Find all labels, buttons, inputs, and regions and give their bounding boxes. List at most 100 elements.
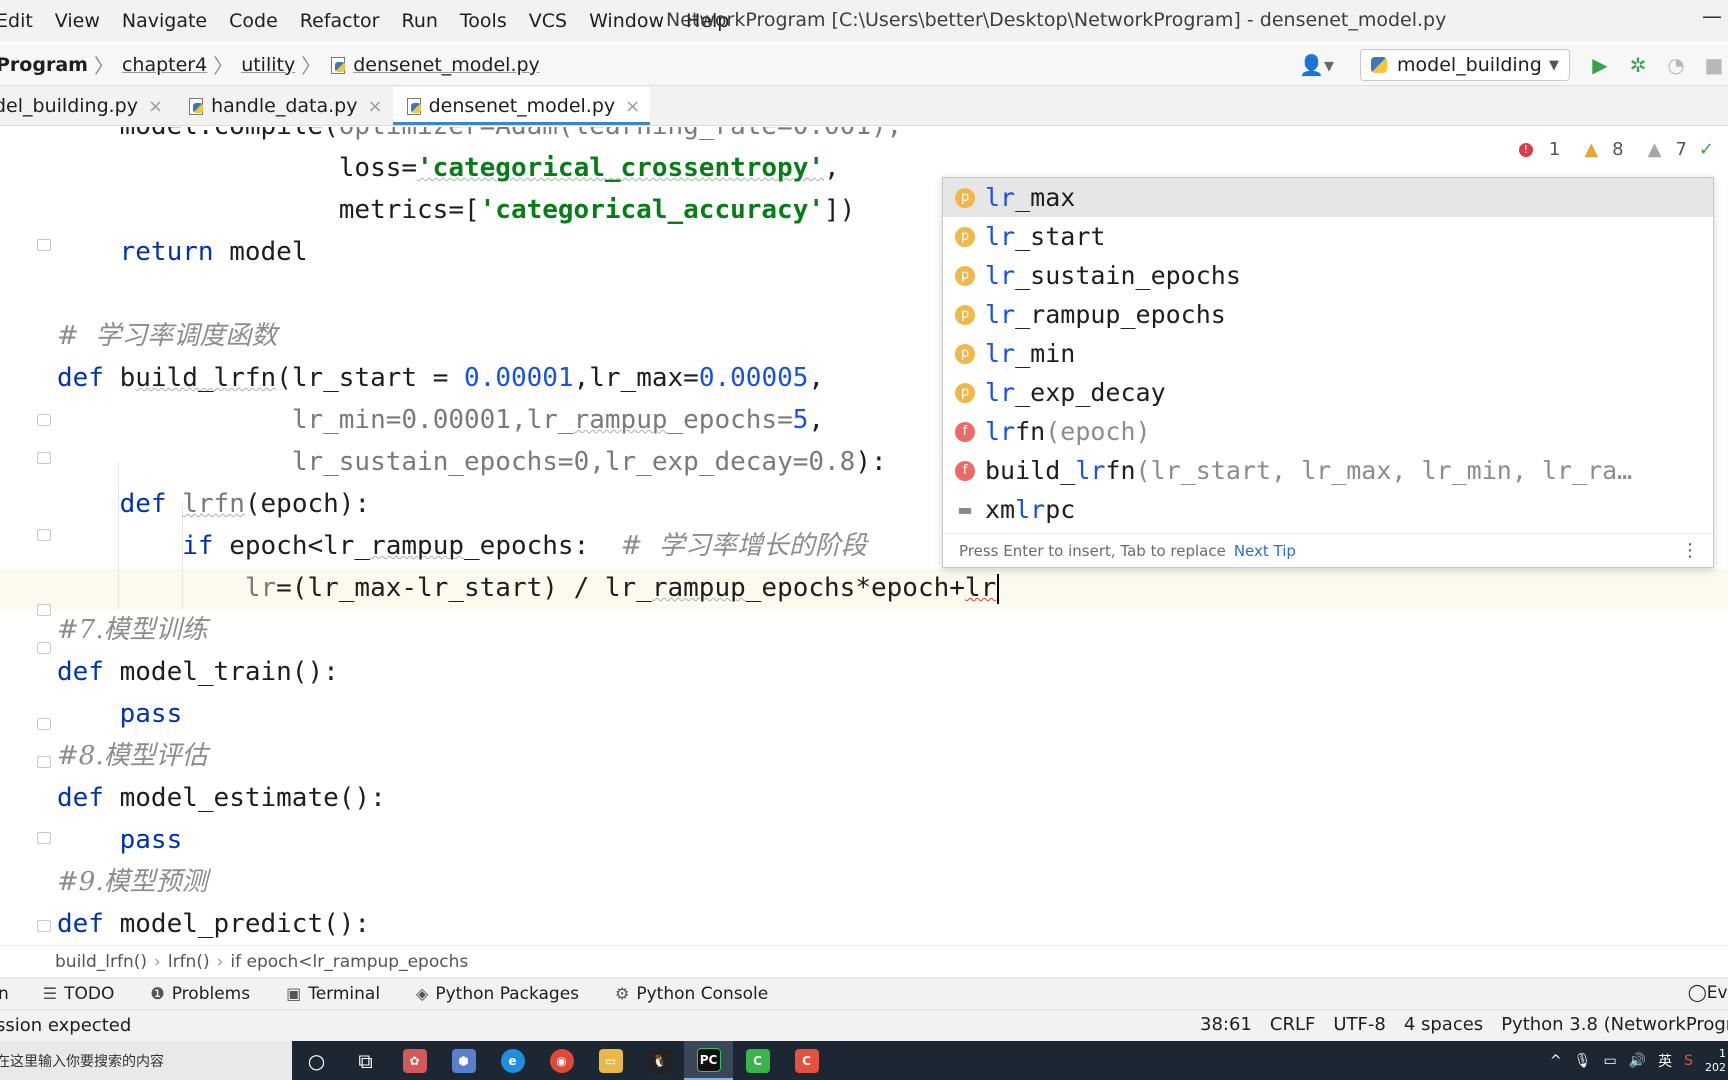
fold-marker[interactable] xyxy=(37,832,51,844)
run-toolbar: 👤▾ model_building ▼ ▶ ✲ ◔ ■ xyxy=(1299,44,1728,86)
tool-todo[interactable]: ☰ TODO xyxy=(43,984,115,1004)
menu-view[interactable]: View xyxy=(55,10,100,32)
completion-item[interactable]: ▬ xm lr pc xyxy=(943,490,1713,529)
menu-refactor[interactable]: Refactor xyxy=(300,10,380,32)
more-vertical-icon[interactable]: ⋮ xyxy=(1681,540,1699,561)
debug-icon[interactable]: ✲ xyxy=(1628,53,1648,77)
caret-position[interactable]: 38:61 xyxy=(1200,1014,1252,1035)
network-icon[interactable]: ▭ xyxy=(1603,1053,1616,1069)
taskbar-search[interactable]: 在这里输入你要搜索的内容 xyxy=(0,1041,292,1080)
qq-icon[interactable]: 🐧 xyxy=(635,1041,684,1080)
property-icon: p xyxy=(955,343,975,364)
stop-icon[interactable]: ■ xyxy=(1704,53,1724,77)
run-icon[interactable]: ▶ xyxy=(1590,53,1610,77)
completion-item[interactable]: f lr fn (epoch) xyxy=(943,412,1713,451)
completion-item[interactable]: p lr _max xyxy=(943,178,1713,217)
breadcrumb-utility[interactable]: utility 〉 xyxy=(241,50,329,79)
next-tip-link[interactable]: Next Tip xyxy=(1234,542,1296,560)
pycharm-icon[interactable]: PC xyxy=(684,1041,733,1080)
menu-code[interactable]: Code xyxy=(229,10,278,32)
completion-item[interactable]: p lr _rampup_epochs xyxy=(943,295,1713,334)
tab-densenet-model[interactable]: densenet_model.py × xyxy=(392,87,651,125)
tool-terminal[interactable]: ▣ Terminal xyxy=(286,984,380,1004)
menu-navigate[interactable]: Navigate xyxy=(122,10,207,32)
breadcrumb-chapter4[interactable]: chapter4 〉 xyxy=(122,50,241,79)
fold-marker[interactable] xyxy=(37,718,51,730)
breadcrumb-project[interactable]: Program 〉 xyxy=(0,50,122,79)
completion-item[interactable]: f build_ lr fn (lr_start, lr_max, lr_min, l… xyxy=(943,451,1713,490)
microphone-icon[interactable]: 🎙 xyxy=(1574,1053,1592,1069)
windows-taskbar: 在这里输入你要搜索的内容 ○ ⧉ ✿ ⬢ e ◉ ▭ 🐧 PC C C ^ 🎙 … xyxy=(0,1041,1728,1080)
camtasia-icon[interactable]: C xyxy=(733,1041,782,1080)
completion-item[interactable]: p lr _sustain_epochs xyxy=(943,256,1713,295)
property-icon: p xyxy=(955,187,975,208)
fold-marker[interactable] xyxy=(37,529,51,541)
close-icon[interactable]: × xyxy=(367,96,382,117)
completion-item[interactable]: p lr _exp_decay xyxy=(943,373,1713,412)
tool-python-packages[interactable]: ◈ Python Packages xyxy=(416,984,579,1004)
task-view-icon[interactable]: ⧉ xyxy=(341,1041,390,1080)
terminal-icon: ▣ xyxy=(286,984,302,1003)
fold-marker[interactable] xyxy=(37,452,51,464)
app-icon[interactable]: ✿ xyxy=(390,1041,439,1080)
fold-marker[interactable] xyxy=(37,756,51,768)
code-crumb[interactable]: if epoch<lr_rampup_epochs xyxy=(230,952,468,972)
fold-marker[interactable] xyxy=(37,920,51,932)
user-icon[interactable]: 👤▾ xyxy=(1299,53,1334,77)
code-crumb[interactable]: build_lrfn() xyxy=(55,952,147,972)
tool-window-bar: n ☰ TODO ❶ Problems ▣ Terminal ◈ Python Pack… xyxy=(0,977,1728,1009)
minimize-icon[interactable]: — xyxy=(1702,6,1722,26)
code-completion-popup: p lr _max p lr _start p lr _sustain_epochs … xyxy=(942,177,1714,568)
menu-tools[interactable]: Tools xyxy=(460,10,507,32)
chevron-up-icon[interactable]: ^ xyxy=(1550,1053,1562,1069)
fold-marker[interactable] xyxy=(37,239,51,251)
line-separator[interactable]: CRLF xyxy=(1270,1014,1315,1035)
fold-marker[interactable] xyxy=(37,642,51,654)
file-encoding[interactable]: UTF-8 xyxy=(1333,1014,1385,1035)
inspection-widget[interactable]: ! 1 ▲ 8 ▲ 7 ✓ xyxy=(1495,139,1714,160)
chevron-down-icon: ▼ xyxy=(1549,57,1559,73)
close-icon[interactable]: × xyxy=(625,96,640,117)
fold-marker[interactable] xyxy=(37,604,51,616)
text-cursor xyxy=(997,573,1000,604)
coverage-icon[interactable]: ◔ xyxy=(1666,53,1686,77)
completion-item[interactable]: p lr _min xyxy=(943,334,1713,373)
completion-item[interactable]: p lr _start xyxy=(943,217,1713,256)
edge-icon[interactable]: e xyxy=(488,1041,537,1080)
fold-marker[interactable] xyxy=(37,414,51,426)
cortana-icon[interactable]: ○ xyxy=(292,1041,341,1080)
breadcrumb-file[interactable]: densenet_model.py xyxy=(329,54,540,76)
code-line: # 学习率调度函数 xyxy=(57,321,278,351)
code-crumb[interactable]: lrfn() xyxy=(168,952,210,972)
code-line: return model xyxy=(119,237,308,267)
function-icon: f xyxy=(955,460,975,481)
python-interpreter[interactable]: Python 3.8 (NetworkProgram xyxy=(1501,1014,1728,1035)
indent-setting[interactable]: 4 spaces xyxy=(1404,1014,1483,1035)
ime-indicator[interactable]: 英 xyxy=(1658,1051,1672,1071)
recorder-icon[interactable]: C xyxy=(782,1041,831,1080)
tool-python-console[interactable]: ⚙ Python Console xyxy=(615,984,768,1004)
tool-event-log[interactable]: ◯Eve xyxy=(1688,983,1728,1003)
run-config-dropdown[interactable]: model_building ▼ xyxy=(1360,49,1570,81)
code-line-current: lr=(lr_max-lr_start) / lr_rampup_epochs*… xyxy=(57,567,1000,609)
error-icon: ! xyxy=(1518,143,1533,157)
chevron-right-icon: › xyxy=(216,951,224,972)
tab-model-building[interactable]: del_building.py × xyxy=(0,87,175,125)
window-title: NetworkProgram [C:\Users\better\Desktop\… xyxy=(666,9,1447,31)
close-icon[interactable]: × xyxy=(148,96,163,117)
clock[interactable]: 1 202 xyxy=(1705,1047,1726,1075)
tab-handle-data[interactable]: handle_data.py × xyxy=(175,87,393,125)
tool-problems[interactable]: ❶ Problems xyxy=(150,984,250,1004)
code-line: loss='categorical_crossentropy', xyxy=(57,153,840,183)
menu-vcs[interactable]: VCS xyxy=(529,10,567,32)
menu-edit[interactable]: Edit xyxy=(0,10,33,32)
sogou-icon[interactable]: S xyxy=(1684,1053,1693,1069)
volume-icon[interactable]: 🔊 xyxy=(1629,1053,1646,1069)
app-icon[interactable]: ⬢ xyxy=(439,1041,488,1080)
tool-window-stub[interactable]: n xyxy=(0,984,9,1004)
chrome-icon[interactable]: ◉ xyxy=(537,1041,586,1080)
menu-window[interactable]: Window xyxy=(589,10,664,32)
menu-run[interactable]: Run xyxy=(401,10,437,32)
system-tray: ^ 🎙 ▭ 🔊 英 S 1 202 xyxy=(1550,1041,1728,1080)
file-explorer-icon[interactable]: ▭ xyxy=(586,1041,635,1080)
